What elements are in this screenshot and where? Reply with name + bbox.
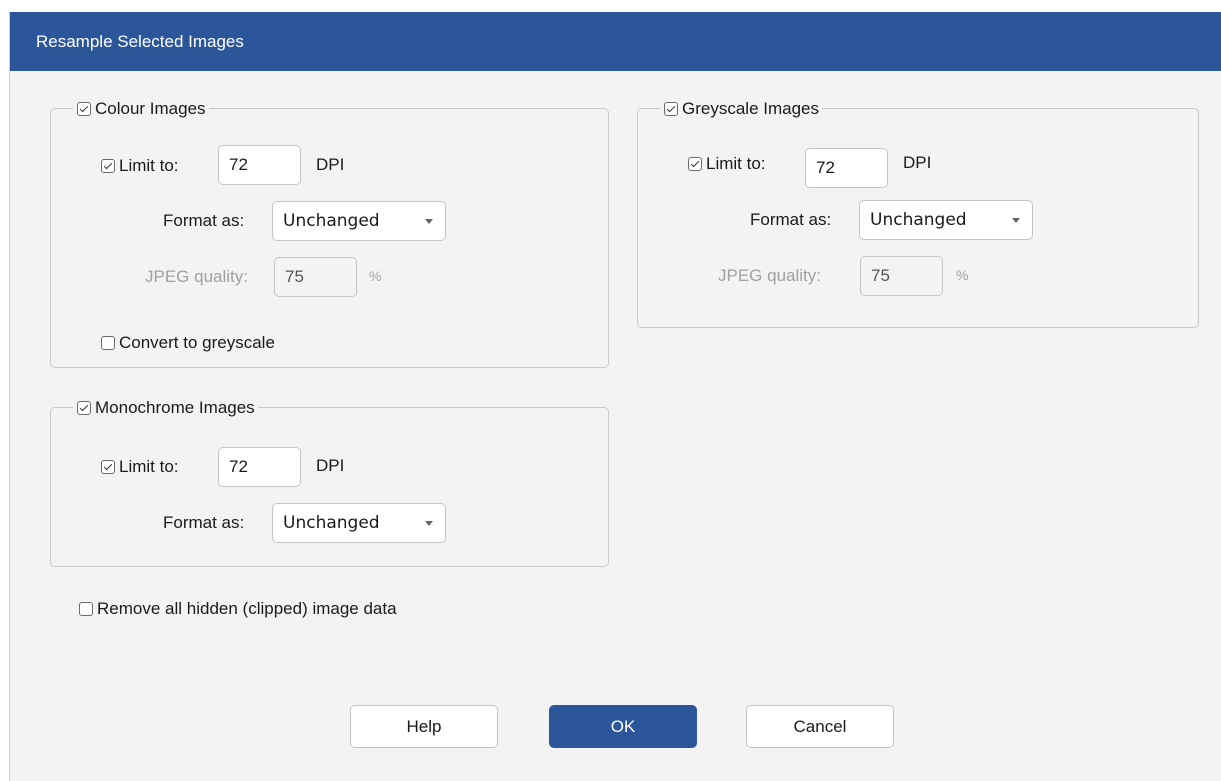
greyscale-images-group: Greyscale Images Limit to: 72 DPI Format… [637,97,1199,328]
convert-greyscale-label: Convert to greyscale [119,333,275,352]
monochrome-dpi-unit: DPI [316,456,345,475]
monochrome-format-label: Format as: [163,513,245,532]
dialog-title: Resample Selected Images [10,12,1221,71]
colour-images-label: Colour Images [95,99,206,118]
colour-images-checkbox[interactable] [77,102,91,116]
colour-limit-label: Limit to: [119,156,179,175]
colour-format-label: Format as: [163,211,245,230]
monochrome-images-toggle[interactable]: Monochrome Images [73,396,258,420]
greyscale-jpeg-unit: % [956,267,969,283]
colour-dpi-input[interactable]: 72 [218,145,301,185]
help-button[interactable]: Help [350,705,498,748]
monochrome-dpi-input[interactable]: 72 [218,447,301,487]
monochrome-format-select[interactable]: Unchanged [272,503,446,543]
greyscale-jpeg-label: JPEG quality: [718,266,821,285]
convert-greyscale-checkbox[interactable] [101,336,115,350]
colour-jpeg-unit: % [369,268,382,284]
monochrome-images-group: Monochrome Images Limit to: 72 DPI Forma… [50,396,609,567]
chevron-down-icon [425,521,433,526]
greyscale-images-toggle[interactable]: Greyscale Images [660,97,822,121]
greyscale-limit-checkbox[interactable] [688,157,702,171]
greyscale-format-label: Format as: [750,210,832,229]
colour-images-group: Colour Images Limit to: 72 DPI Format as… [50,97,609,368]
colour-images-toggle[interactable]: Colour Images [73,97,209,121]
remove-hidden-label: Remove all hidden (clipped) image data [97,599,397,618]
greyscale-jpeg-input: 75 [860,256,943,296]
colour-dpi-unit: DPI [316,155,345,174]
greyscale-limit-label: Limit to: [706,154,766,173]
greyscale-images-label: Greyscale Images [682,99,819,118]
resample-dialog: Resample Selected Images Colour Images L… [9,12,1221,781]
monochrome-limit-toggle[interactable]: Limit to: [101,457,179,477]
chevron-down-icon [425,219,433,224]
monochrome-limit-checkbox[interactable] [101,460,115,474]
monochrome-images-label: Monochrome Images [95,398,255,417]
greyscale-format-select[interactable]: Unchanged [859,200,1033,240]
cancel-button[interactable]: Cancel [746,705,894,748]
greyscale-format-value: Unchanged [870,210,967,230]
greyscale-dpi-input[interactable]: 72 [805,148,888,188]
greyscale-limit-toggle[interactable]: Limit to: [688,154,766,174]
colour-jpeg-label: JPEG quality: [145,267,248,286]
remove-hidden-checkbox[interactable] [79,602,93,616]
monochrome-images-checkbox[interactable] [77,401,91,415]
monochrome-format-value: Unchanged [283,513,380,533]
convert-greyscale-toggle[interactable]: Convert to greyscale [101,333,275,353]
colour-jpeg-input: 75 [274,257,357,297]
monochrome-limit-label: Limit to: [119,457,179,476]
chevron-down-icon [1012,218,1020,223]
greyscale-dpi-unit: DPI [903,153,932,172]
colour-limit-toggle[interactable]: Limit to: [101,156,179,176]
colour-format-value: Unchanged [283,211,380,231]
colour-format-select[interactable]: Unchanged [272,201,446,241]
remove-hidden-toggle[interactable]: Remove all hidden (clipped) image data [79,599,397,619]
ok-button[interactable]: OK [549,705,697,748]
greyscale-images-checkbox[interactable] [664,102,678,116]
colour-limit-checkbox[interactable] [101,159,115,173]
